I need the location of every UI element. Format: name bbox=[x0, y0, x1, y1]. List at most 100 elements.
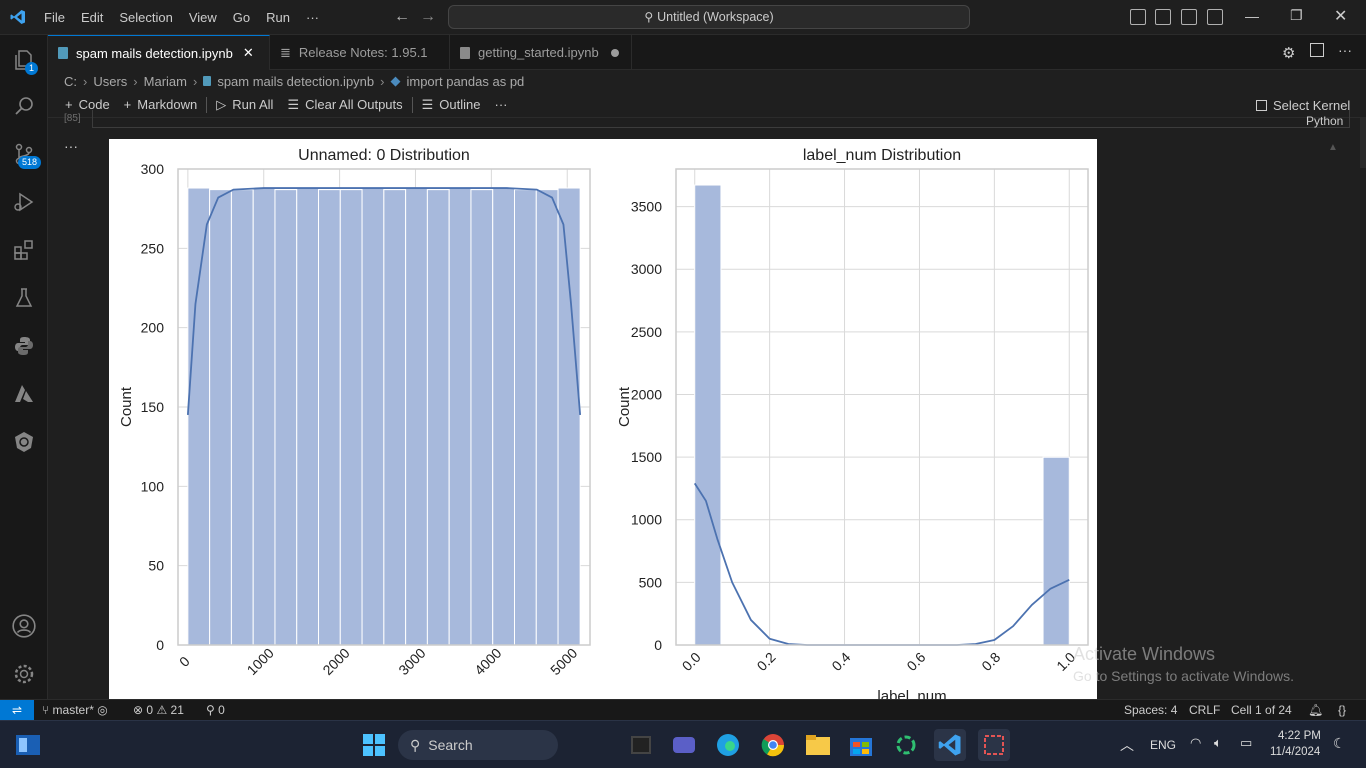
axes-frame bbox=[675, 168, 1089, 646]
split-editor-icon[interactable] bbox=[1310, 43, 1324, 57]
histogram-bar bbox=[209, 189, 232, 646]
notification-center-icon[interactable]: ☾ bbox=[1333, 735, 1346, 752]
python-icon[interactable] bbox=[0, 323, 48, 369]
scrollbar[interactable] bbox=[1360, 118, 1366, 168]
braces-icon[interactable]: {} bbox=[1338, 700, 1346, 721]
source-control-badge: 518 bbox=[18, 156, 42, 169]
teams-icon[interactable] bbox=[668, 729, 700, 761]
wifi-icon[interactable]: ◠ bbox=[1190, 735, 1201, 751]
search-activity-icon[interactable] bbox=[0, 83, 48, 129]
histogram-bar bbox=[252, 187, 276, 646]
code-cell[interactable] bbox=[92, 110, 1350, 128]
ports-status[interactable]: ⚲ 0 bbox=[206, 700, 225, 721]
menu-file[interactable]: File bbox=[36, 0, 73, 35]
start-windows-icon[interactable] bbox=[358, 729, 390, 761]
task-view-icon[interactable] bbox=[625, 729, 657, 761]
file-explorer-icon[interactable] bbox=[802, 729, 834, 761]
azure-icon[interactable] bbox=[0, 371, 48, 417]
explorer-icon[interactable]: 1 bbox=[0, 37, 48, 83]
tab-label: Release Notes: 1.95.1 bbox=[298, 45, 428, 60]
menu-edit[interactable]: Edit bbox=[73, 0, 111, 35]
y-tick-label: 300 bbox=[141, 161, 165, 177]
collapse-arrow-icon[interactable]: ▲ bbox=[1328, 142, 1338, 153]
x-tick-label: 2000 bbox=[319, 645, 352, 678]
problems-status[interactable]: ⊗ 0 ⚠ 21 bbox=[133, 700, 184, 721]
breadcrumb-file[interactable]: spam mails detection.ipynb bbox=[217, 74, 374, 89]
y-tick-label: 1500 bbox=[631, 449, 662, 465]
testing-flask-icon[interactable] bbox=[0, 275, 48, 321]
menu-more[interactable]: ··· bbox=[298, 0, 327, 35]
release-notes-icon: ≣ bbox=[280, 44, 291, 60]
source-control-icon[interactable]: 518 bbox=[0, 131, 48, 177]
y-axis-label: Count bbox=[118, 386, 135, 427]
tab-getting-started[interactable]: getting_started.ipynb bbox=[450, 35, 632, 70]
clock-date[interactable]: 11/4/2024 bbox=[1270, 746, 1320, 758]
breadcrumb-drive[interactable]: C: bbox=[64, 74, 77, 89]
language-indicator[interactable]: ENG bbox=[1150, 738, 1176, 752]
x-tick-label: 0.2 bbox=[754, 649, 779, 674]
breadcrumb-mariam[interactable]: Mariam bbox=[144, 74, 187, 89]
chart-1: 0501001502002503000 1000 2000 3000 4000 5000U… bbox=[118, 147, 591, 678]
settings-gear-icon[interactable] bbox=[0, 651, 48, 697]
volume-icon[interactable]: 🔈︎ bbox=[1214, 735, 1222, 751]
cell-language[interactable]: Python bbox=[1306, 114, 1343, 128]
battery-icon[interactable]: ▭ bbox=[1240, 735, 1252, 751]
kde-line bbox=[693, 482, 1070, 646]
branch-status[interactable]: ⑂ master* ◎ bbox=[42, 700, 108, 721]
cell-position-status[interactable]: Cell 1 of 24 bbox=[1231, 700, 1292, 721]
remote-indicator-icon[interactable]: ⇌ bbox=[0, 700, 34, 721]
toggle-panel-icon[interactable] bbox=[1155, 9, 1171, 25]
clock-time[interactable]: 4:22 PM bbox=[1278, 730, 1321, 742]
run-debug-icon[interactable] bbox=[0, 179, 48, 225]
customize-layout-icon[interactable] bbox=[1207, 9, 1223, 25]
tab-spam-mails-detection[interactable]: spam mails detection.ipynb ✕ bbox=[48, 35, 270, 70]
widgets-icon[interactable] bbox=[12, 729, 44, 761]
menu-selection[interactable]: Selection bbox=[111, 0, 180, 35]
taskbar-search[interactable]: ⚲ Search bbox=[398, 730, 558, 760]
vscode-taskbar-icon[interactable] bbox=[934, 729, 966, 761]
warning-count: 21 bbox=[170, 703, 184, 717]
search-icon: ⚲ bbox=[410, 736, 421, 753]
breadcrumb-users[interactable]: Users bbox=[93, 74, 127, 89]
y-tick-label: 3500 bbox=[631, 199, 662, 215]
kubernetes-icon[interactable] bbox=[0, 419, 48, 465]
histogram-bar bbox=[514, 189, 537, 646]
back-arrow-icon[interactable]: ← bbox=[394, 8, 410, 26]
output-more-button[interactable]: ··· bbox=[64, 138, 78, 154]
snipping-tool-icon[interactable] bbox=[978, 729, 1010, 761]
histogram-bar bbox=[230, 189, 254, 646]
workspace-title: Untitled (Workspace) bbox=[657, 10, 774, 24]
menu-go[interactable]: Go bbox=[225, 0, 258, 35]
close-tab-icon[interactable]: ✕ bbox=[243, 45, 254, 61]
command-center-search[interactable]: ⚲ Untitled (Workspace) bbox=[448, 5, 970, 29]
close-window-icon[interactable]: ✕ bbox=[1334, 6, 1347, 26]
accounts-icon[interactable] bbox=[0, 603, 48, 649]
forward-arrow-icon[interactable]: → bbox=[420, 8, 436, 26]
branch-icon: ⑂ bbox=[42, 703, 50, 717]
more-actions-icon[interactable]: ··· bbox=[1338, 42, 1352, 58]
x-tick-label: 4000 bbox=[471, 645, 504, 678]
microsoft-store-icon[interactable] bbox=[845, 729, 877, 761]
toggle-secondary-sidebar-icon[interactable] bbox=[1181, 9, 1197, 25]
chart-2: 0 500 1000 1500 2000 2500 3000 3500 0.0 0.2 0.4 0.6… bbox=[616, 147, 1089, 699]
breadcrumb-cell[interactable]: import pandas as pd bbox=[406, 74, 524, 89]
edge-icon[interactable] bbox=[712, 729, 744, 761]
indentation-status[interactable]: Spaces: 4 bbox=[1124, 700, 1177, 721]
chrome-icon[interactable] bbox=[757, 729, 789, 761]
chart-title: Unnamed: 0 Distribution bbox=[298, 147, 470, 164]
show-hidden-icons-icon[interactable]: ︿ bbox=[1120, 735, 1134, 755]
eol-status[interactable]: CRLF bbox=[1189, 700, 1220, 721]
menu-run[interactable]: Run bbox=[258, 0, 298, 35]
tab-release-notes[interactable]: ≣ Release Notes: 1.95.1 bbox=[270, 35, 450, 70]
notebook-settings-icon[interactable]: ⚙ bbox=[1282, 44, 1295, 62]
histogram-bar bbox=[492, 187, 516, 646]
notifications-bell-icon[interactable]: 🔔︎ bbox=[1308, 700, 1323, 721]
toggle-primary-sidebar-icon[interactable] bbox=[1130, 9, 1146, 25]
y-tick-label: 500 bbox=[639, 574, 663, 590]
extensions-icon[interactable] bbox=[0, 227, 48, 273]
minimize-icon[interactable]: — bbox=[1245, 8, 1259, 24]
menu-view[interactable]: View bbox=[181, 0, 225, 35]
jupyter-icon[interactable] bbox=[890, 729, 922, 761]
restore-icon[interactable]: ❐ bbox=[1290, 7, 1303, 24]
activate-windows-subtitle: Go to Settings to activate Windows. bbox=[1073, 668, 1294, 684]
